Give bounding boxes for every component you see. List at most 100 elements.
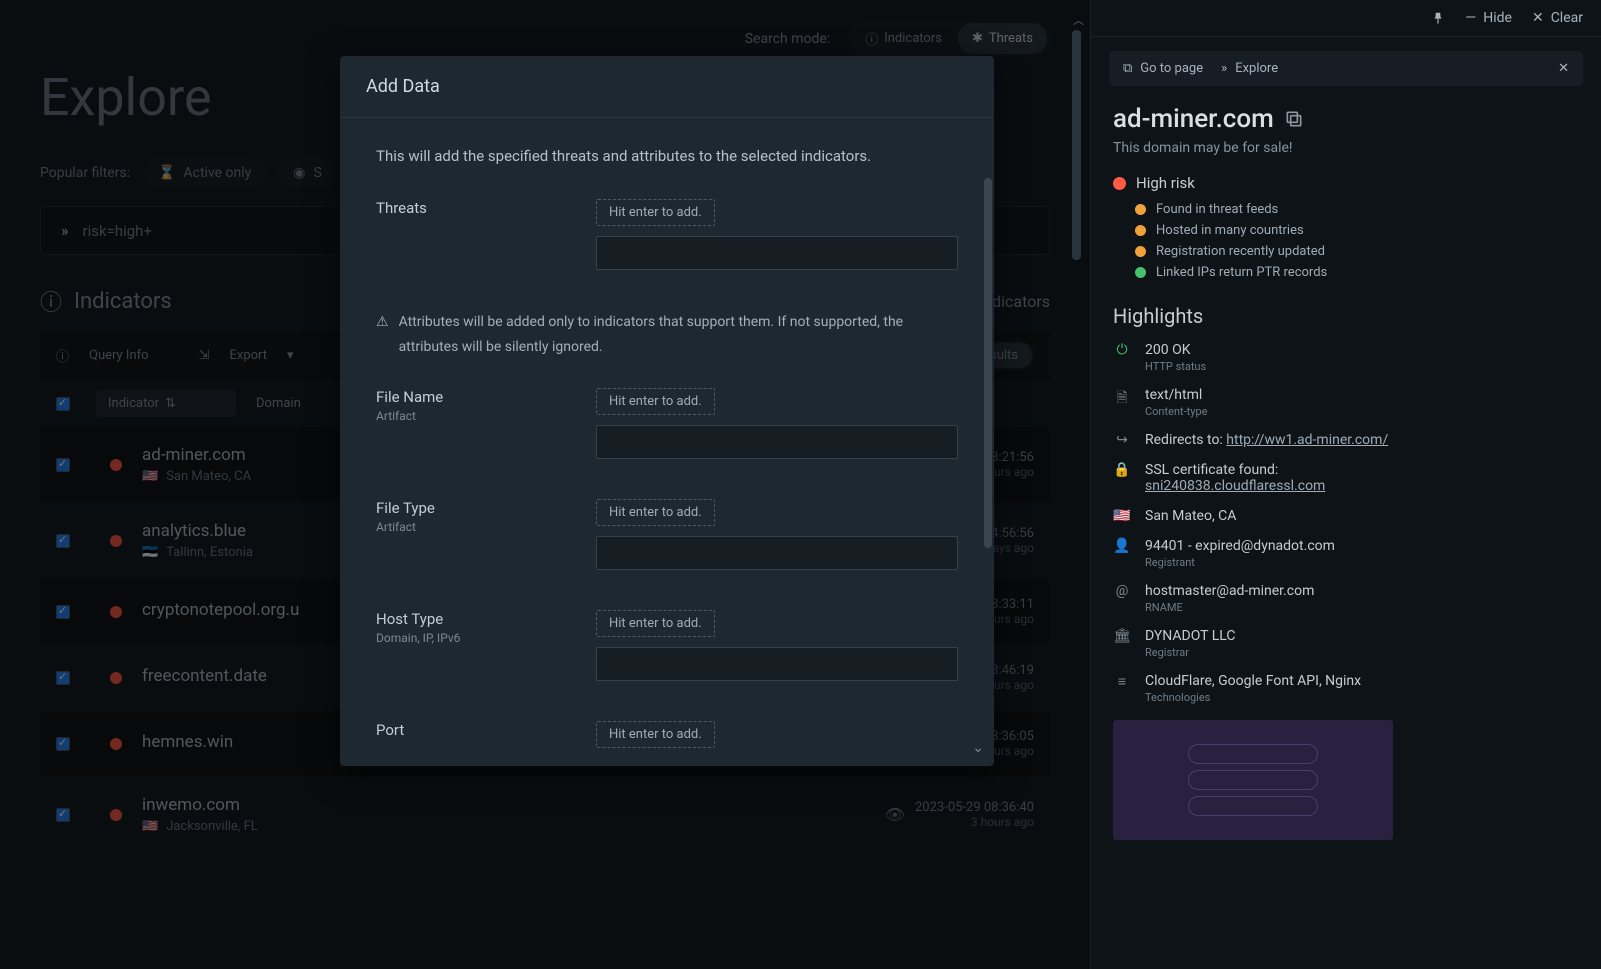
close-subpanel-button[interactable]: ✕ <box>1558 61 1569 76</box>
chevron-down-icon[interactable]: ⌄ <box>972 740 984 756</box>
query-text: risk=high+ <box>83 222 152 240</box>
flag-icon: 🇺🇸 <box>1113 508 1131 524</box>
row-checkbox[interactable] <box>56 671 70 685</box>
query-info-button[interactable]: Query Info <box>89 348 149 363</box>
filename-input[interactable] <box>596 425 958 459</box>
screenshot-thumbnail[interactable] <box>1113 720 1393 840</box>
popular-filters-label: Popular filters: <box>40 165 130 181</box>
explore-button[interactable]: » Explore <box>1221 61 1278 76</box>
ssl-link[interactable]: sni240838.cloudflaressl.com <box>1145 478 1325 494</box>
tag-hint: Hit enter to add. <box>596 721 715 748</box>
minimize-icon: — <box>1465 10 1476 26</box>
add-data-modal: Add Data This will add the specified thr… <box>340 56 994 766</box>
goto-page-button[interactable]: ⧉ Go to page <box>1123 61 1203 76</box>
warn-dot-icon <box>1135 204 1146 215</box>
filetype-input[interactable] <box>596 536 958 570</box>
tag-hint: Hit enter to add. <box>596 199 715 226</box>
external-link-icon: ⧉ <box>1123 61 1132 76</box>
export-icon: ⇲ <box>199 348 210 363</box>
clear-button[interactable]: ✕ Clear <box>1532 10 1583 26</box>
chevron-right-icon: » <box>61 221 69 240</box>
risk-dot-icon <box>110 672 122 684</box>
warn-dot-icon <box>1135 225 1146 236</box>
row-checkbox[interactable] <box>56 534 70 548</box>
copy-icon[interactable] <box>1284 109 1304 129</box>
file-icon: 🗎 <box>1113 387 1131 418</box>
attributes-note: Attributes will be added only to indicat… <box>399 310 958 360</box>
hosttype-sublabel: Domain, IP, IPv6 <box>376 631 596 645</box>
tag-hint: Hit enter to add. <box>596 499 715 526</box>
row-checkbox[interactable] <box>56 605 70 619</box>
col-indicator[interactable]: Indicator ⇅ <box>96 390 236 417</box>
risk-dot-icon <box>110 459 122 471</box>
redirect-link[interactable]: http://ww1.ad-miner.com/ <box>1226 432 1388 448</box>
indicators-title: Indicators <box>74 289 172 314</box>
panel-subtitle: This domain may be for sale! <box>1113 140 1579 156</box>
details-panel: — Hide ✕ Clear ⧉ Go to page » Explore ✕ … <box>1090 0 1601 969</box>
mode-threats[interactable]: ✱ Threats <box>958 23 1047 54</box>
search-mode-toggle[interactable]: ⓘ Indicators ✱ Threats <box>848 20 1050 57</box>
scroll-up-icon[interactable]: ︿ <box>1073 12 1084 28</box>
mode-indicators[interactable]: ⓘ Indicators <box>851 23 956 54</box>
risk-dot-icon <box>1113 177 1126 190</box>
pin-icon <box>1431 11 1445 25</box>
row-sub: 🇺🇸Jacksonville, FL <box>142 819 885 834</box>
power-icon: ⏻ <box>1113 342 1131 373</box>
close-icon: ✕ <box>1532 10 1544 26</box>
pin-button[interactable] <box>1431 11 1445 25</box>
info-icon: ⓘ <box>865 29 878 48</box>
filetype-label: File Type <box>376 499 596 517</box>
warn-dot-icon <box>1135 246 1146 257</box>
hosttype-label: Host Type <box>376 610 596 628</box>
select-all-checkbox[interactable] <box>56 397 70 411</box>
user-icon: 👤 <box>1113 538 1131 569</box>
risk-dot-icon <box>110 738 122 750</box>
scrollbar[interactable] <box>984 178 992 548</box>
threats-label: Threats <box>376 199 596 217</box>
search-mode-label: Search mode: <box>745 31 830 47</box>
port-label: Port <box>376 721 596 739</box>
row-timestamp: 2023-05-29 08:36:40 <box>915 800 1034 815</box>
ok-dot-icon <box>1135 267 1146 278</box>
row-checkbox[interactable] <box>56 458 70 472</box>
caret-down-icon[interactable]: ▾ <box>287 348 294 363</box>
eye-icon: ◉ <box>293 165 305 181</box>
filename-label: File Name <box>376 388 596 406</box>
modal-description: This will add the specified threats and … <box>376 142 958 171</box>
building-icon: 🏛 <box>1113 628 1131 659</box>
risk-dot-icon <box>110 535 122 547</box>
row-ago: 3 hours ago <box>915 815 1034 829</box>
sort-icon: ⇅ <box>165 396 176 411</box>
scrollbar[interactable] <box>1072 30 1081 260</box>
info-icon: ⓘ <box>40 285 62 317</box>
at-icon: @ <box>1113 583 1131 614</box>
filter-active-only[interactable]: ⌛ Active only <box>144 158 265 188</box>
domain-title: ad-miner.com <box>1113 104 1274 134</box>
col-domain[interactable]: Domain <box>256 396 301 411</box>
table-row[interactable]: inwemo.com 🇺🇸Jacksonville, FL👁 2023-05-29 … <box>40 777 1050 853</box>
row-checkbox[interactable] <box>56 737 70 751</box>
row-checkbox[interactable] <box>56 808 70 822</box>
hosttype-input[interactable] <box>596 647 958 681</box>
risk-dot-icon <box>110 606 122 618</box>
filter-seen[interactable]: ◉ S <box>279 158 336 188</box>
bug-icon: ✱ <box>972 31 983 46</box>
lock-icon: 🔒 <box>1113 462 1131 494</box>
threats-input[interactable] <box>596 236 958 270</box>
hourglass-icon: ⌛ <box>158 165 175 181</box>
chevron-right-icon: » <box>1221 61 1227 76</box>
tag-hint: Hit enter to add. <box>596 388 715 415</box>
modal-title: Add Data <box>340 56 994 118</box>
eye-icon: 👁 <box>885 805 905 824</box>
filename-sublabel: Artifact <box>376 409 596 423</box>
filetype-sublabel: Artifact <box>376 520 596 534</box>
tag-hint: Hit enter to add. <box>596 610 715 637</box>
hide-button[interactable]: — Hide <box>1465 10 1512 26</box>
redirect-icon: ↪ <box>1113 432 1131 448</box>
risk-dot-icon <box>110 809 122 821</box>
highlights-title: Highlights <box>1113 304 1579 328</box>
row-title: inwemo.com <box>142 795 885 815</box>
info-icon: ⓘ <box>56 346 69 365</box>
export-button[interactable]: Export <box>229 348 267 363</box>
stack-icon: ≡ <box>1113 673 1131 704</box>
